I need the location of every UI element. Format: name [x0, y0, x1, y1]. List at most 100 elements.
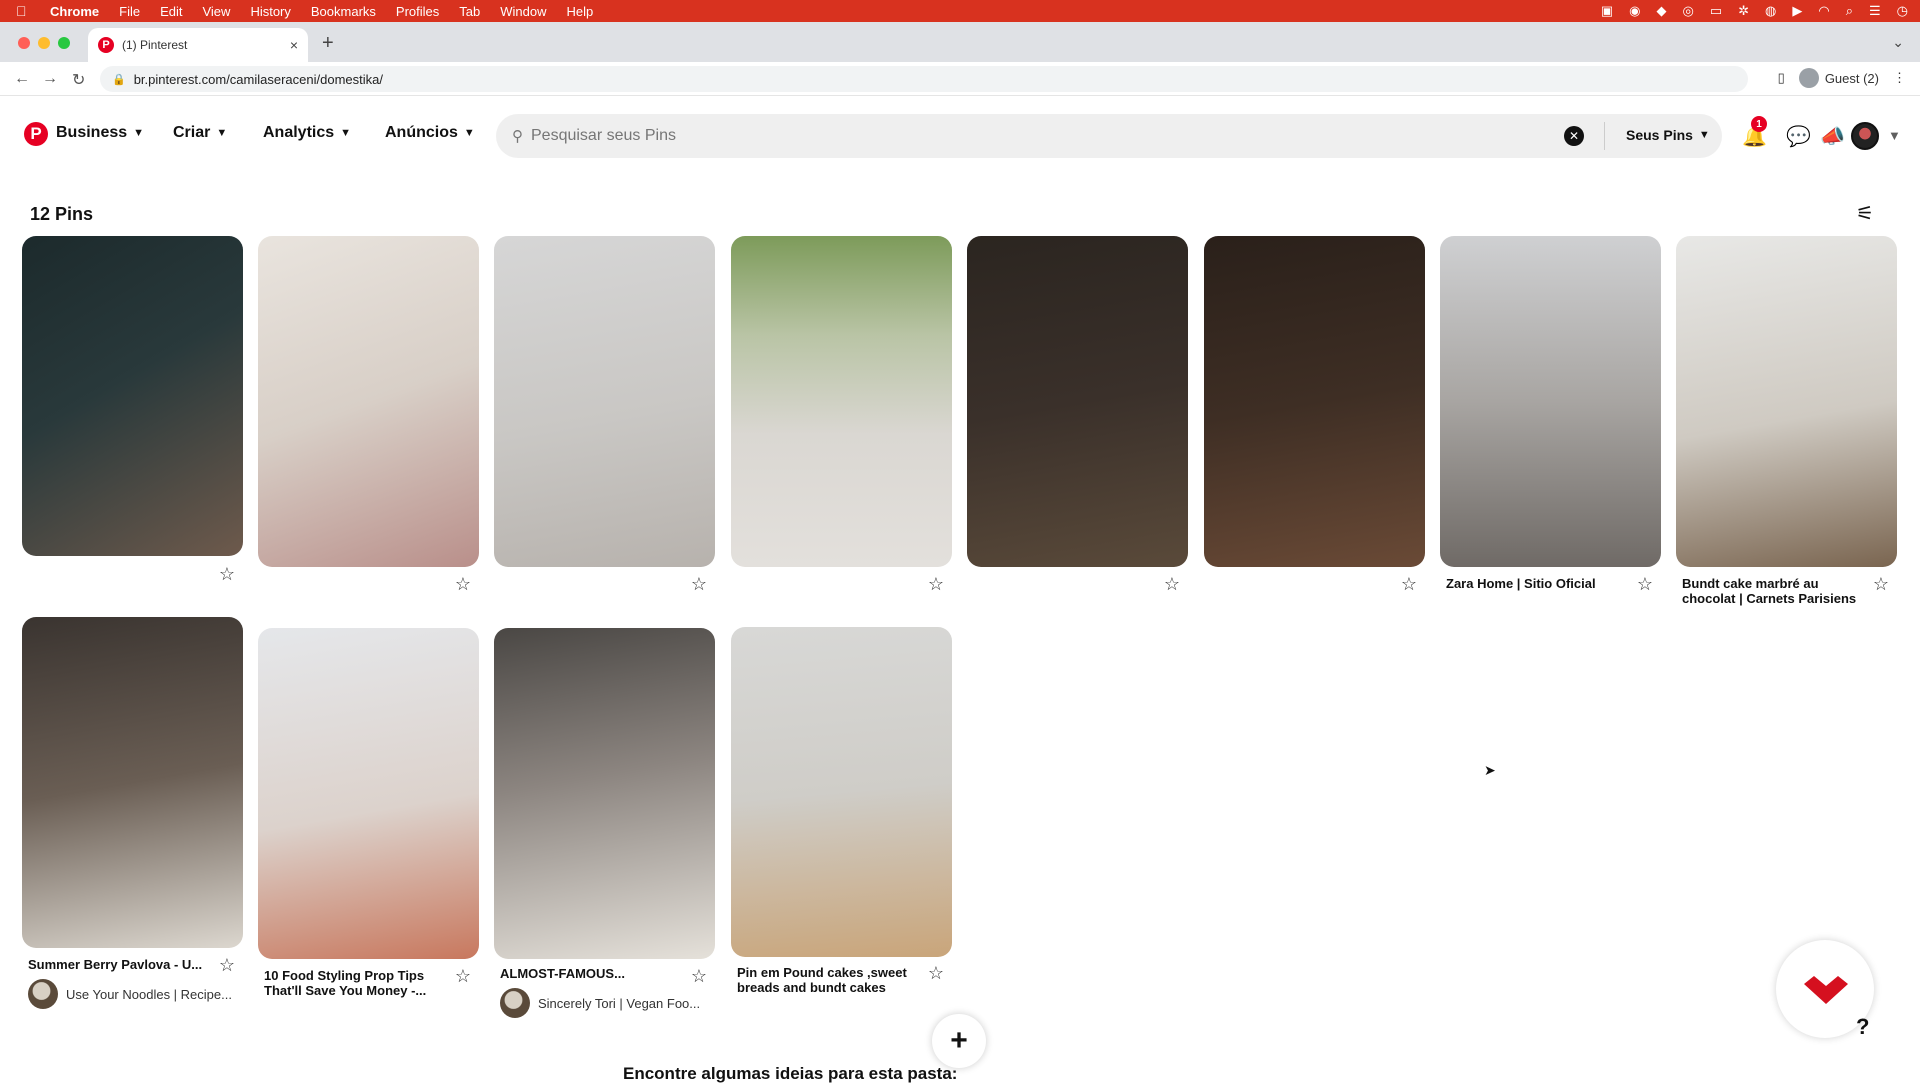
pin-image[interactable] — [258, 236, 479, 567]
nav-analytics-label: Analytics — [263, 124, 335, 141]
pin-title[interactable]: 10 Food Styling Prop Tips That'll Save Y… — [264, 968, 444, 998]
clock-icon[interactable]: ◷ — [1897, 3, 1908, 19]
pin-image[interactable] — [258, 628, 479, 959]
save-star-icon[interactable]: ☆ — [928, 963, 944, 984]
tab-pinterest[interactable]: P (1) Pinterest × — [88, 28, 308, 62]
save-star-icon[interactable]: ☆ — [219, 564, 235, 585]
pinterest-logo-icon[interactable]: P — [24, 122, 48, 146]
close-tab-icon[interactable]: × — [290, 37, 298, 53]
cc-icon[interactable]: ◎ — [1682, 3, 1693, 19]
reload-icon[interactable]: ↻ — [72, 70, 85, 90]
pinterest-favicon-icon: P — [98, 37, 114, 53]
menu-bookmarks[interactable]: Bookmarks — [311, 4, 376, 19]
gear-icon[interactable]: ✲ — [1738, 3, 1749, 19]
control-center-icon[interactable]: ☰ — [1869, 3, 1881, 19]
close-window-button[interactable] — [18, 37, 30, 49]
pin-card[interactable]: Zara Home | Sitio Oficial ☆ — [1440, 236, 1661, 594]
zoom-window-button[interactable] — [58, 37, 70, 49]
pin-image[interactable] — [1204, 236, 1425, 567]
save-star-icon[interactable]: ☆ — [455, 574, 471, 595]
play-icon[interactable]: ▶ — [1792, 3, 1802, 19]
minimize-window-button[interactable] — [38, 37, 50, 49]
save-star-icon[interactable]: ☆ — [455, 966, 471, 987]
user-avatar[interactable] — [1851, 122, 1879, 150]
profile-button[interactable]: Guest (2) — [1798, 68, 1879, 88]
mouse-cursor-icon: ➤ — [1484, 762, 1496, 778]
help-button[interactable]: ? — [1856, 1014, 1869, 1040]
dropbox-icon[interactable]: ◆ — [1656, 3, 1666, 19]
pin-image[interactable] — [494, 236, 715, 567]
pin-image[interactable] — [1676, 236, 1897, 567]
menu-history[interactable]: History — [250, 4, 290, 19]
menu-help[interactable]: Help — [567, 4, 594, 19]
save-star-icon[interactable]: ☆ — [1637, 574, 1653, 595]
browser-menu-icon[interactable]: ⋮ — [1893, 70, 1906, 86]
menu-tab[interactable]: Tab — [459, 4, 480, 19]
display-icon[interactable]: ▭ — [1710, 3, 1722, 19]
pin-image[interactable] — [22, 617, 243, 948]
address-bar[interactable]: 🔒 br.pinterest.com/camilaseraceni/domest… — [100, 66, 1748, 92]
pin-card[interactable]: ☆ — [1204, 236, 1425, 594]
pin-title[interactable]: Bundt cake marbré au chocolat | Carnets … — [1682, 576, 1862, 606]
search-scope-dropdown[interactable]: Seus Pins ▼ — [1626, 127, 1710, 143]
menu-profiles[interactable]: Profiles — [396, 4, 439, 19]
messages-icon[interactable]: 💬 — [1786, 124, 1811, 149]
apple-menu-icon[interactable]:  — [16, 3, 38, 19]
record-icon[interactable]: ◉ — [1629, 3, 1640, 19]
account-chevron-down-icon[interactable]: ▼ — [1888, 128, 1901, 143]
wifi-icon[interactable]: ◠ — [1818, 3, 1829, 19]
save-star-icon[interactable]: ☆ — [1164, 574, 1180, 595]
pin-image[interactable] — [1440, 236, 1661, 567]
pin-card[interactable]: ☆ — [22, 236, 243, 584]
search-input[interactable] — [531, 127, 1531, 145]
filter-settings-icon[interactable]: ⚟ — [1856, 201, 1874, 226]
nav-business[interactable]: Business ▼ — [56, 124, 144, 142]
pin-card[interactable]: ☆ — [967, 236, 1188, 594]
pin-image[interactable] — [967, 236, 1188, 567]
chevron-down-icon: ▼ — [463, 127, 475, 139]
pin-image[interactable] — [731, 627, 952, 957]
save-star-icon[interactable]: ☆ — [219, 955, 235, 976]
pin-title[interactable]: ALMOST-FAMOUS... — [500, 966, 680, 981]
menu-window[interactable]: Window — [500, 4, 546, 19]
pin-title[interactable]: Zara Home | Sitio Oficial — [1446, 576, 1626, 591]
tab-search-chevron-icon[interactable]: ⌄ — [1892, 34, 1904, 51]
nav-anuncios[interactable]: Anúncios ▼ — [385, 124, 475, 142]
pin-card[interactable]: Summer Berry Pavlova - U... ☆ Use Your N… — [22, 617, 243, 1009]
search-icon[interactable]: ⌕ — [1846, 3, 1853, 19]
back-arrow-icon[interactable]: ← — [14, 70, 30, 88]
menu-view[interactable]: View — [202, 4, 230, 19]
menu-app-chrome[interactable]: Chrome — [50, 4, 99, 19]
nav-analytics[interactable]: Analytics ▼ — [263, 124, 351, 142]
side-panel-icon[interactable]: ▯ — [1778, 70, 1785, 86]
text-icon[interactable]: ▣ — [1601, 3, 1613, 19]
forward-arrow-icon[interactable]: → — [42, 70, 58, 88]
pin-card[interactable]: ☆ — [258, 236, 479, 594]
pin-card[interactable]: 10 Food Styling Prop Tips That'll Save Y… — [258, 628, 479, 998]
menu-file[interactable]: File — [119, 4, 140, 19]
save-star-icon[interactable]: ☆ — [691, 966, 707, 987]
pin-image[interactable] — [494, 628, 715, 959]
airdrop-icon[interactable]: ◍ — [1765, 3, 1776, 19]
pin-card[interactable]: Pin em Pound cakes ,sweet breads and bun… — [731, 627, 952, 995]
pin-card[interactable]: Bundt cake marbré au chocolat | Carnets … — [1676, 236, 1897, 606]
pin-image[interactable] — [22, 236, 243, 556]
pin-title[interactable]: Pin em Pound cakes ,sweet breads and bun… — [737, 965, 917, 995]
nav-criar[interactable]: Criar ▼ — [173, 124, 227, 142]
save-star-icon[interactable]: ☆ — [1401, 574, 1417, 595]
pin-card[interactable]: ☆ — [494, 236, 715, 594]
clear-search-icon[interactable]: ✕ — [1564, 126, 1584, 146]
menu-edit[interactable]: Edit — [160, 4, 182, 19]
save-star-icon[interactable]: ☆ — [691, 574, 707, 595]
add-pin-button[interactable]: + — [932, 1014, 986, 1068]
pin-card[interactable]: ALMOST-FAMOUS... ☆ Sincerely Tori | Vega… — [494, 628, 715, 1018]
updates-megaphone-icon[interactable]: 📣 — [1820, 124, 1845, 149]
pin-title[interactable]: Summer Berry Pavlova - U... — [28, 957, 208, 972]
pin-image[interactable] — [731, 236, 952, 567]
pin-source[interactable]: Sincerely Tori | Vegan Foo... — [500, 988, 700, 1018]
save-star-icon[interactable]: ☆ — [928, 574, 944, 595]
save-star-icon[interactable]: ☆ — [1873, 574, 1889, 595]
pin-source[interactable]: Use Your Noodles | Recipe... — [28, 979, 232, 1009]
pin-card[interactable]: ☆ — [731, 236, 952, 594]
new-tab-button[interactable]: + — [322, 32, 334, 55]
